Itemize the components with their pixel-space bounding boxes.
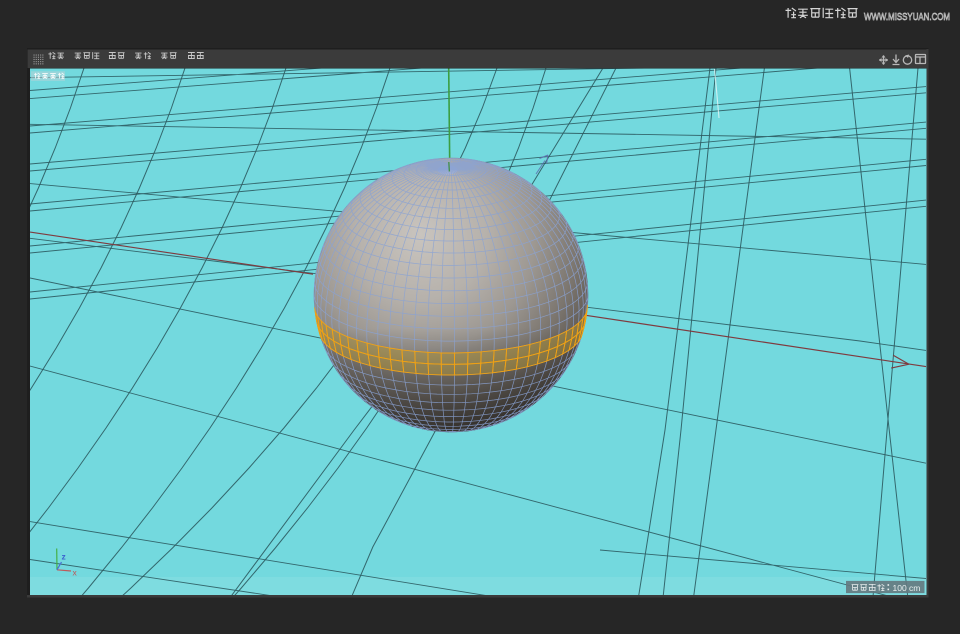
svg-text:100 cm: 100 cm: [893, 583, 921, 593]
svg-text:WWW.MISSYUAN.COM: WWW.MISSYUAN.COM: [864, 11, 950, 23]
svg-text:z: z: [62, 552, 66, 562]
